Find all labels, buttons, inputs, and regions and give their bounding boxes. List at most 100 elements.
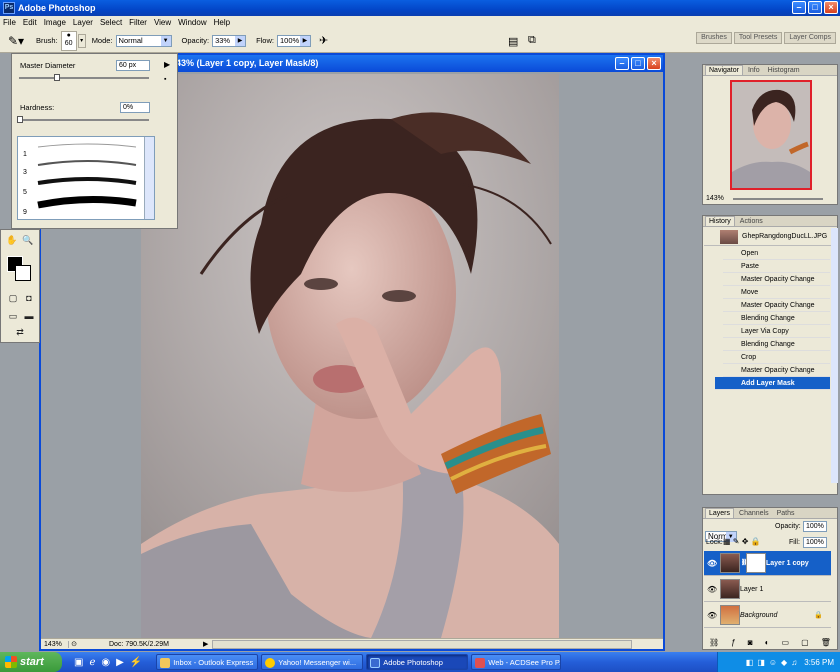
mode-select[interactable]: Normal ▼: [115, 34, 172, 47]
add-mask-icon[interactable]: ◙: [748, 638, 753, 647]
layer-row[interactable]: 👁 Background 🔒: [704, 603, 831, 628]
volume-icon[interactable]: ♫: [791, 658, 797, 667]
brush-dropdown-icon[interactable]: ▾: [77, 33, 86, 48]
menu-filter[interactable]: Filter: [129, 18, 147, 27]
visibility-eye-icon[interactable]: 👁: [707, 603, 717, 628]
well-brushes[interactable]: Brushes: [696, 32, 732, 44]
history-item[interactable]: Paste: [723, 260, 830, 273]
visibility-eye-icon[interactable]: 👁: [707, 577, 717, 602]
tab-actions[interactable]: Actions: [737, 217, 766, 226]
screen-mode-icon[interactable]: ▭: [6, 310, 20, 322]
go-to-bridge-icon[interactable]: ⧉: [528, 34, 536, 47]
menu-file[interactable]: File: [3, 18, 16, 27]
history-item[interactable]: Move: [723, 286, 830, 299]
brush-preset-list[interactable]: 1 3 5 9: [17, 136, 155, 220]
task-acdsee[interactable]: Web - ACDSee Pro P...: [471, 654, 562, 670]
quick-mask-icon[interactable]: ◘: [22, 292, 36, 304]
navigator-zoom-field[interactable]: 143%: [706, 195, 724, 202]
horizontal-scrollbar[interactable]: [212, 639, 633, 649]
status-arrow-icon[interactable]: ▶: [203, 640, 208, 648]
new-layer-icon[interactable]: ▢: [801, 638, 809, 647]
history-item[interactable]: Open: [723, 247, 830, 260]
tab-channels[interactable]: Channels: [736, 509, 772, 518]
history-item[interactable]: Master Opacity Change: [723, 299, 830, 312]
history-snapshot[interactable]: GhepRangdongDucLL.JPG: [704, 228, 831, 246]
brush-preset-picker[interactable]: ● 60: [60, 30, 77, 51]
status-info-icon[interactable]: ⊙: [69, 640, 79, 648]
hardness-slider-knob[interactable]: [17, 116, 23, 123]
well-tool-presets[interactable]: Tool Presets: [733, 32, 783, 44]
brush-tool-preset-icon[interactable]: ✎▾: [8, 34, 30, 48]
menu-window[interactable]: Window: [178, 18, 206, 27]
full-screen-icon[interactable]: ▬: [22, 310, 36, 322]
palette-well-icon[interactable]: ▤: [508, 35, 518, 48]
portrait-photo[interactable]: [141, 74, 559, 638]
firefox-icon[interactable]: ◉: [101, 657, 110, 668]
zoom-tool-icon[interactable]: 🔍: [21, 234, 35, 246]
menu-edit[interactable]: Edit: [23, 18, 37, 27]
hand-tool-icon[interactable]: ✋: [5, 234, 19, 246]
adjustment-layer-icon[interactable]: ◐: [765, 638, 770, 647]
tray-icon[interactable]: ◨: [757, 658, 765, 667]
doc-minimize-button[interactable]: –: [615, 57, 629, 70]
menu-select[interactable]: Select: [100, 18, 122, 27]
fill-field[interactable]: 100%: [803, 537, 827, 548]
lock-icons[interactable]: ▦ ✎ ✥ 🔒: [723, 537, 761, 546]
flow-field[interactable]: 100% ▶: [276, 34, 311, 47]
menu-view[interactable]: View: [154, 18, 171, 27]
well-layer-comps[interactable]: Layer Comps: [784, 32, 836, 44]
tray-icon[interactable]: ◆: [781, 658, 787, 667]
diameter-slider-track[interactable]: [19, 77, 149, 79]
media-player-icon[interactable]: ▶: [116, 657, 124, 668]
quick-launch-app-icon[interactable]: ⚡: [130, 657, 142, 668]
tab-layers[interactable]: Layers: [705, 508, 735, 518]
layer-style-icon[interactable]: ƒ: [731, 638, 735, 647]
zoom-field[interactable]: 143%: [41, 640, 69, 648]
maximize-button[interactable]: □: [808, 1, 822, 14]
task-yahoo-messenger[interactable]: Yahoo! Messenger wi...: [261, 654, 364, 670]
trash-icon[interactable]: 🗑: [821, 638, 831, 647]
hardness-slider-track[interactable]: [19, 119, 149, 121]
show-desktop-icon[interactable]: ▣: [74, 657, 83, 668]
tab-info[interactable]: Info: [745, 66, 763, 75]
hardness-field[interactable]: 0%: [120, 102, 150, 113]
close-button[interactable]: ×: [824, 1, 838, 14]
menu-layer[interactable]: Layer: [73, 18, 93, 27]
airbrush-icon[interactable]: ✈: [319, 34, 328, 47]
navigator-thumbnail[interactable]: [730, 80, 812, 190]
history-item[interactable]: Layer Via Copy: [723, 325, 830, 338]
new-group-icon[interactable]: ▭: [782, 638, 790, 647]
layer-mask-thumbnail[interactable]: [746, 553, 766, 573]
layer-opacity-field[interactable]: 100%: [803, 521, 827, 532]
tab-histogram[interactable]: Histogram: [765, 66, 803, 75]
tray-icon[interactable]: ☺: [769, 658, 777, 667]
menu-help[interactable]: Help: [214, 18, 230, 27]
link-layers-icon[interactable]: ⛓: [709, 638, 719, 647]
tab-navigator[interactable]: Navigator: [705, 65, 743, 75]
layer-row[interactable]: 👁 Layer 1: [704, 577, 831, 602]
jump-to-imageready-icon[interactable]: ⇄: [13, 326, 27, 338]
minimize-button[interactable]: –: [792, 1, 806, 14]
tab-paths[interactable]: Paths: [774, 509, 798, 518]
standard-mode-icon[interactable]: ▢: [6, 292, 20, 304]
opacity-field[interactable]: 33% ▶: [212, 34, 247, 47]
diameter-slider-knob[interactable]: [54, 74, 60, 81]
start-button[interactable]: start: [0, 652, 62, 672]
background-color-swatch[interactable]: [15, 265, 31, 281]
tray-icon[interactable]: ◧: [746, 658, 754, 667]
picker-menu-arrow-icon[interactable]: ▶: [164, 60, 170, 69]
layer-row-active[interactable]: 👁 ⛓ Layer 1 copy: [704, 551, 831, 576]
brush-list-scrollbar[interactable]: [144, 137, 154, 219]
history-item[interactable]: Blending Change: [723, 312, 830, 325]
history-scrollbar[interactable]: [831, 228, 838, 483]
history-item[interactable]: Master Opacity Change: [723, 273, 830, 286]
navigator-zoom-slider[interactable]: [733, 198, 823, 200]
task-outlook-express[interactable]: Inbox - Outlook Express: [156, 654, 259, 670]
internet-explorer-icon[interactable]: ℯ: [89, 657, 95, 668]
history-item[interactable]: Master Opacity Change: [723, 364, 830, 377]
history-item[interactable]: Blending Change: [723, 338, 830, 351]
task-adobe-photoshop[interactable]: Adobe Photoshop: [366, 654, 469, 670]
master-diameter-field[interactable]: 60 px: [116, 60, 150, 71]
doc-maximize-button[interactable]: □: [631, 57, 645, 70]
doc-close-button[interactable]: ×: [647, 57, 661, 70]
